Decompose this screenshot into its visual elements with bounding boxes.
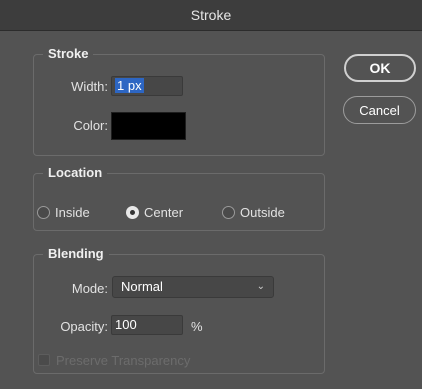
cancel-button[interactable]: Cancel [343,96,416,124]
location-group-legend: Location [43,165,108,180]
opacity-unit: % [191,319,203,334]
location-group: Location [33,165,325,231]
location-inside-label: Inside [55,205,90,220]
ok-button[interactable]: OK [344,54,416,82]
chevron-down-icon: ⌄ [256,281,265,292]
radio-selected-icon [126,206,139,219]
location-inside-radio[interactable]: Inside [37,205,90,220]
preserve-transparency-checkbox[interactable] [38,354,50,366]
blend-mode-value: Normal [121,279,163,294]
location-outside-label: Outside [240,205,285,220]
cancel-button-label: Cancel [359,102,400,118]
mode-label: Mode: [71,281,108,296]
stroke-color-swatch[interactable] [111,112,186,140]
blend-mode-select[interactable]: Normal ⌄ [112,276,274,298]
stroke-group: Stroke [33,46,325,156]
opacity-input[interactable]: 100 [111,315,183,335]
opacity-value: 100 [115,317,137,332]
opacity-label: Opacity: [60,319,108,334]
color-label: Color: [73,118,108,133]
stroke-width-input[interactable]: 1 px [111,76,183,96]
stroke-width-value: 1 px [115,78,144,93]
dialog-title: Stroke [190,7,232,23]
location-outside-radio[interactable]: Outside [222,205,285,220]
radio-circle-icon [222,206,235,219]
ok-button-label: OK [369,60,391,76]
width-label: Width: [71,79,108,94]
radio-circle-icon [37,206,50,219]
location-center-label: Center [144,205,184,220]
blending-group-legend: Blending [43,246,109,261]
stroke-group-legend: Stroke [43,46,94,61]
dialog-title-bar: Stroke [0,0,422,31]
location-center-radio[interactable]: Center [126,205,183,220]
preserve-transparency-label: Preserve Transparency [56,353,191,368]
